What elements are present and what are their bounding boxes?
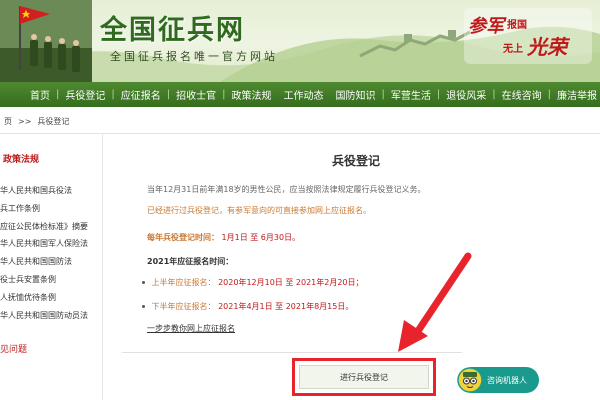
bullet-icon — [142, 281, 145, 284]
nav-item-veterans[interactable]: 退役风采 — [440, 87, 492, 102]
annual-registration-time: 每年兵役登记时间： 1月1日 至 6月30日。 — [147, 232, 300, 243]
second-half-value: 2021年4月1日 至 2021年8月15日。 — [218, 302, 354, 311]
slogan-text: 参军 — [468, 16, 504, 37]
sidebar-list: 华人民共和国兵役法 兵工作条例 应征公民体检标准》摘要 华人民共和国军人保险法 … — [0, 182, 102, 324]
nav-item-enlistment[interactable]: 应征报名 — [115, 87, 167, 102]
online-enlistment-guide-link[interactable]: 一步步教你网上应征报名 — [147, 323, 235, 334]
breadcrumb-current: 兵役登记 — [37, 116, 70, 126]
site-header: 全国征兵网 全国征兵报名唯一官方网站 参军 报国 无上 光荣 — [0, 0, 600, 82]
main-nav: 首页 | 兵役登记 | 应征报名 | 招收士官 | 政策法规 工作动态 国防知识… — [0, 82, 600, 107]
register-button[interactable]: 进行兵役登记 — [299, 365, 429, 389]
sidebar-item-national-defense-law[interactable]: 华人民共和国国防法 — [0, 253, 102, 271]
nav-item-nco-recruit[interactable]: 招收士官 — [170, 87, 222, 102]
second-half-enlistment: 下半年应征报名： 2021年4月1日 至 2021年8月15日。 — [142, 301, 353, 312]
nav-item-online-consult[interactable]: 在线咨询 — [496, 87, 548, 102]
bullet-icon — [142, 305, 145, 308]
chat-robot-button[interactable]: 咨询机器人 — [457, 367, 539, 393]
breadcrumb-home[interactable]: 页 — [4, 116, 12, 127]
sidebar-item-pension-regulations[interactable]: 人抚恤优待条例 — [0, 289, 102, 307]
sidebar-item-medical-standards[interactable]: 应征公民体检标准》摘要 — [0, 218, 102, 236]
second-half-label: 下半年应征报名： — [151, 302, 216, 311]
nav-item-military-registration[interactable]: 兵役登记 — [59, 87, 111, 102]
sidebar-item-conscription-regulations[interactable]: 兵工作条例 — [0, 200, 102, 218]
main-content: 兵役登记 当年12月31日前年满18岁的男性公民，应当按照法律规定履行兵役登记义… — [112, 134, 600, 400]
breadcrumb: 页 >> 兵役登记 — [0, 113, 69, 129]
sidebar-item-military-service-law[interactable]: 华人民共和国兵役法 — [0, 182, 102, 200]
slogan-text: 报国 — [507, 20, 527, 31]
enlistment-year-heading: 2021年应征报名时间： — [147, 257, 234, 266]
sidebar-title: 政策法规 — [3, 155, 40, 165]
site-logo-subtitle: 全国征兵报名唯一官方网站 — [110, 50, 278, 63]
nav-item-policy[interactable]: 政策法规 — [226, 87, 278, 102]
notice-text: 已经进行过兵役登记，有参军意向的可直接参加网上应征报名。 — [147, 206, 371, 215]
first-half-label: 上半年应征报名： — [151, 278, 216, 287]
annual-time-value: 1月1日 至 6月30日。 — [221, 233, 301, 242]
first-half-value: 2020年12月10日 至 2021年2月20日； — [218, 278, 364, 287]
nav-item-home[interactable]: 首页 — [0, 87, 56, 102]
slogan-text: 无上 — [503, 44, 523, 55]
sidebar-item-insurance-law[interactable]: 华人民共和国军人保险法 — [0, 235, 102, 253]
nav-item-integrity-report[interactable]: 廉洁举报 — [551, 87, 600, 102]
sidebar-item-mobilization-law[interactable]: 华人民共和国国防动员法 — [0, 307, 102, 325]
nav-item-barracks-life[interactable]: 军营生活 — [385, 87, 437, 102]
first-half-enlistment: 上半年应征报名： 2020年12月10日 至 2021年2月20日； — [142, 277, 364, 288]
sidebar: 政策法规 华人民共和国兵役法 兵工作条例 应征公民体检标准》摘要 华人民共和国军… — [0, 134, 103, 400]
sidebar-faq-heading[interactable]: 见问题 — [0, 342, 27, 355]
page-title: 兵役登记 — [331, 154, 380, 168]
nav-item-news[interactable]: 工作动态 — [278, 87, 330, 102]
nav-item-defense-knowledge[interactable]: 国防知识 — [330, 87, 382, 102]
slogan-text: 光荣 — [527, 35, 567, 59]
chat-robot-label: 咨询机器人 — [487, 375, 527, 385]
breadcrumb-separator: >> — [18, 116, 32, 126]
site-logo-title[interactable]: 全国征兵网 — [100, 8, 245, 47]
divider — [122, 352, 462, 353]
sidebar-item-resettlement-regulations[interactable]: 役士兵安置条例 — [0, 271, 102, 289]
register-button-highlight: 进行兵役登记 — [292, 358, 436, 396]
annual-time-label: 每年兵役登记时间： — [147, 233, 219, 242]
robot-icon — [457, 367, 483, 393]
intro-text: 当年12月31日前年满18岁的男性公民，应当按照法律规定履行兵役登记义务。 — [147, 185, 426, 194]
